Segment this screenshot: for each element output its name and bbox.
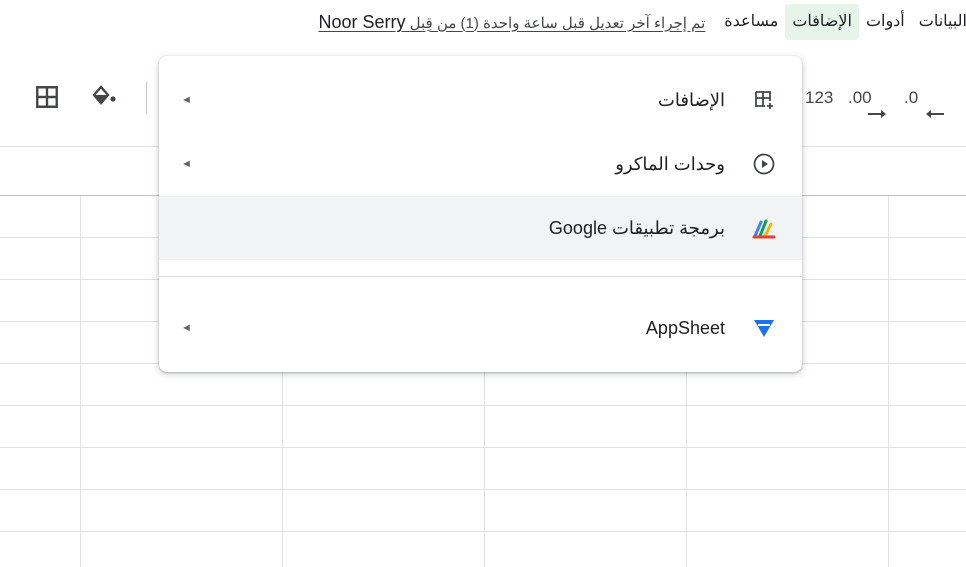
increase-decimal-arrow-icon bbox=[868, 110, 886, 118]
submenu-arrow-icon: ◄ bbox=[181, 94, 192, 106]
last-edit-text: تم إجراء آخر تعديل قبل ساعة واحدة (1) من… bbox=[409, 14, 706, 32]
decrease-decimal-arrow-icon bbox=[926, 110, 944, 118]
borders-icon[interactable] bbox=[34, 84, 60, 112]
toolbar-separator bbox=[146, 82, 147, 114]
play-circle-icon bbox=[752, 152, 776, 176]
menu-tools[interactable]: أدوات bbox=[859, 4, 912, 40]
menu-item-macros[interactable]: وحدات الماكرو ◄ bbox=[159, 132, 802, 196]
number-format-button[interactable]: 123 bbox=[805, 84, 833, 112]
submenu-arrow-icon: ◄ bbox=[181, 158, 192, 170]
menu-bar: البيانات أدوات الإضافات مساعدة تم إجراء … bbox=[0, 0, 966, 44]
grid-col-line bbox=[80, 196, 81, 567]
menu-item-label: وحدات الماكرو bbox=[615, 154, 725, 174]
apps-script-icon bbox=[752, 216, 776, 240]
menu-extensions[interactable]: الإضافات bbox=[785, 4, 859, 40]
last-edit-user: Noor Serry bbox=[318, 11, 406, 32]
grid-row-line bbox=[0, 447, 966, 448]
menu-item-appsheet[interactable]: AppSheet ◄ bbox=[159, 296, 802, 360]
appsheet-icon bbox=[752, 316, 776, 340]
extensions-dropdown: الإضافات ◄ وحدات الماكرو ◄ برمجة تطبيقات… bbox=[159, 56, 802, 372]
submenu-arrow-icon: ◄ bbox=[181, 322, 192, 334]
increase-decimal-button[interactable]: .00 bbox=[848, 84, 872, 112]
menu-item-addons[interactable]: الإضافات ◄ bbox=[159, 68, 802, 132]
last-edit-link[interactable]: تم إجراء آخر تعديل قبل ساعة واحدة (1) من… bbox=[306, 12, 717, 33]
grid-row-line bbox=[0, 405, 966, 406]
menu-item-apps-script[interactable]: برمجة تطبيقات Google bbox=[159, 196, 802, 260]
grid-row-line bbox=[0, 531, 966, 532]
addons-icon bbox=[752, 88, 776, 112]
menu-item-label: AppSheet bbox=[645, 318, 725, 338]
menu-item-label: برمجة تطبيقات Google bbox=[548, 218, 725, 238]
menu-divider bbox=[159, 276, 802, 277]
fill-color-icon[interactable] bbox=[90, 84, 118, 112]
menu-data[interactable]: البيانات bbox=[912, 4, 966, 40]
grid-row-line bbox=[0, 489, 966, 490]
decrease-decimal-button[interactable]: .0 bbox=[904, 84, 918, 112]
menu-help[interactable]: مساعدة bbox=[717, 4, 785, 40]
grid-col-line bbox=[888, 196, 889, 567]
menu-item-label: الإضافات bbox=[657, 90, 725, 110]
